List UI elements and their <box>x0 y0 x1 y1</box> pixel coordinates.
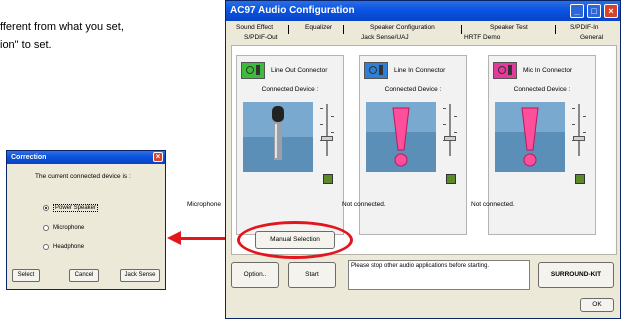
pin-icon <box>256 64 260 75</box>
arrow-head-icon <box>167 231 181 245</box>
slider-tick <box>320 124 323 125</box>
correction-dialog: Correction × The current connected devic… <box>6 150 166 290</box>
slider-tick <box>583 116 586 117</box>
radio-icon[interactable] <box>43 244 49 250</box>
instruction-line-1: fferent from what you set, <box>0 21 124 33</box>
tab-speaker-test[interactable]: Speaker Test <box>490 24 528 31</box>
slider-track <box>326 104 328 156</box>
tab-spdif-out[interactable]: S/PDIF-Out <box>244 34 278 41</box>
line-in-column: Line In Connector Connected Device : Not… <box>342 55 467 235</box>
slider-tick <box>443 124 446 125</box>
radio-label: Power Speaker <box>53 204 99 212</box>
radio-headphone[interactable]: Headphone <box>43 244 84 250</box>
connector-status: Microphone <box>187 201 221 208</box>
slider-thumb[interactable] <box>444 136 456 141</box>
connector-title: Line In Connector <box>394 66 446 74</box>
slider-track <box>449 104 451 156</box>
volume-slider[interactable] <box>320 104 334 156</box>
tab-jack-sense[interactable]: Jack Sense/UAJ <box>361 34 409 41</box>
surround-kit-button[interactable]: SURROUND-KIT <box>538 262 614 288</box>
speaker-icon[interactable] <box>446 174 456 184</box>
tab-speaker-configuration[interactable]: Speaker Configuration <box>370 24 435 31</box>
tab-equalizer[interactable]: Equalizer <box>305 24 332 31</box>
volume-slider[interactable] <box>572 104 586 156</box>
microphone-icon <box>243 102 313 172</box>
correction-message: The current connected device is : <box>35 173 131 180</box>
jack-icon <box>246 65 254 74</box>
speaker-icon[interactable] <box>323 174 333 184</box>
mic-in-icon <box>493 61 517 79</box>
connected-device-label: Connected Device : <box>261 86 319 93</box>
slider-tick <box>443 108 446 109</box>
tab-sound-effect[interactable]: Sound Effect <box>236 24 273 31</box>
window-titlebar: AC97 Audio Configuration _ □ × <box>226 1 620 21</box>
speaker-icon[interactable] <box>575 174 585 184</box>
line-out-icon <box>241 61 265 79</box>
connector-status: Not connected. <box>471 201 515 208</box>
line-out-column: Line Out Connector Connected Device : Mi… <box>187 55 344 235</box>
slider-tick <box>331 116 334 117</box>
connector-title: Line Out Connector <box>271 66 328 74</box>
slider-tick <box>320 108 323 109</box>
radio-power-speaker[interactable]: Power Speaker <box>43 204 99 212</box>
tab-row-2: S/PDIF-Out Jack Sense/UAJ HRTF Demo Gene… <box>230 34 618 45</box>
radio-icon[interactable] <box>43 225 49 231</box>
slider-tick <box>583 132 586 133</box>
radio-microphone[interactable]: Microphone <box>43 225 84 231</box>
instruction-line-2: ion" to set. <box>0 39 52 51</box>
correction-titlebar: Correction × <box>7 151 165 164</box>
window-title: AC97 Audio Configuration <box>230 5 355 16</box>
jack-icon <box>369 65 377 74</box>
close-icon[interactable]: × <box>153 152 163 162</box>
mic-in-header: Mic In Connector <box>493 61 591 79</box>
connected-device-label: Connected Device : <box>384 86 442 93</box>
tab-general[interactable]: General <box>580 34 603 41</box>
connected-device-label: Connected Device : <box>513 86 571 93</box>
slider-thumb[interactable] <box>573 136 585 141</box>
correction-title: Correction <box>11 154 47 161</box>
slider-thumb[interactable] <box>321 136 333 141</box>
connector-status: Not connected. <box>342 201 386 208</box>
close-icon[interactable]: × <box>604 4 618 18</box>
radio-label: Microphone <box>53 225 85 231</box>
maximize-icon[interactable]: □ <box>587 4 601 18</box>
tab-divider <box>555 25 556 34</box>
ok-button[interactable]: OK <box>580 298 614 312</box>
minimize-icon[interactable]: _ <box>570 4 584 18</box>
message-box: Please stop other audio applications bef… <box>348 260 530 290</box>
slider-tick <box>454 132 457 133</box>
select-button[interactable]: Select <box>12 269 40 282</box>
connector-title: Mic In Connector <box>523 66 573 74</box>
slider-tick <box>454 116 457 117</box>
jack-icon <box>498 65 506 74</box>
slider-track <box>578 104 580 156</box>
start-button[interactable]: Start <box>288 262 336 288</box>
radio-icon[interactable] <box>43 205 49 211</box>
slider-tick <box>331 132 334 133</box>
volume-slider[interactable] <box>443 104 457 156</box>
line-in-header: Line In Connector <box>364 61 462 79</box>
pin-icon <box>379 64 383 75</box>
message-text: Please stop other audio applications bef… <box>351 263 490 269</box>
highlight-ellipse <box>237 221 353 259</box>
exclamation-icon <box>366 102 436 172</box>
pin-icon <box>508 64 512 75</box>
slider-tick <box>572 124 575 125</box>
mic-in-column: Mic In Connector Connected Device : Not … <box>471 55 596 235</box>
tab-spdif-in[interactable]: S/PDIF-In <box>570 24 599 31</box>
option-button[interactable]: Option.. <box>231 262 279 288</box>
jack-sense-button[interactable]: Jack Sense <box>120 269 160 282</box>
radio-label: Headphone <box>53 244 85 250</box>
slider-tick <box>572 108 575 109</box>
tab-divider <box>343 25 344 34</box>
cancel-button[interactable]: Cancel <box>69 269 99 282</box>
line-out-header: Line Out Connector <box>241 61 339 79</box>
tab-divider <box>461 25 462 34</box>
line-in-icon <box>364 61 388 79</box>
tab-hrtf-demo[interactable]: HRTF Demo <box>464 34 500 41</box>
exclamation-icon <box>495 102 565 172</box>
tab-divider <box>288 25 289 34</box>
